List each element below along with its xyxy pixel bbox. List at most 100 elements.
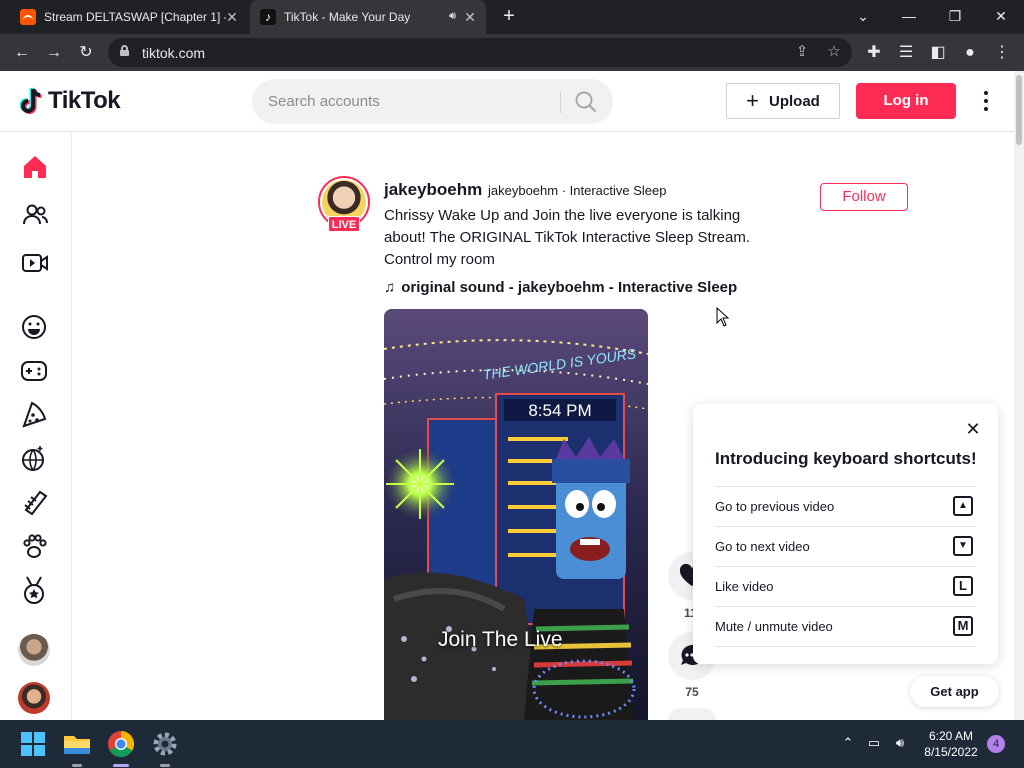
page-scrollbar[interactable] (1014, 71, 1024, 720)
mouse-cursor-icon (716, 307, 730, 327)
close-icon[interactable]: ✕ (224, 9, 240, 25)
network-icon[interactable]: ▭ (864, 733, 884, 753)
post-caption: Chrissy Wake Up and Join the live everyo… (384, 207, 750, 268)
close-icon[interactable]: ✕ (965, 420, 981, 438)
logo-wordmark: TikTok (48, 87, 121, 114)
media-control-icon[interactable]: ☰ (894, 41, 918, 65)
tab-search-icon[interactable]: ⌄ (846, 2, 880, 30)
get-app-button[interactable]: Get app (910, 676, 999, 707)
chrome-menu-icon[interactable]: ⋮ (990, 41, 1014, 65)
search-input[interactable] (268, 90, 548, 112)
chevron-up-icon[interactable]: ⌃ (838, 733, 858, 753)
divider (715, 646, 976, 647)
dance-icon[interactable] (18, 442, 52, 476)
windows-start-icon[interactable] (17, 728, 49, 760)
extensions-icon[interactable]: ✚ (862, 41, 886, 65)
app-running-indicator (72, 764, 82, 767)
app-active-indicator (113, 764, 129, 767)
comment-count: 75 (685, 685, 699, 699)
video-overlay-caption: Join The Live (438, 628, 563, 651)
food-icon[interactable] (18, 398, 52, 432)
shortcut-row-next: Go to next video ▼ (715, 526, 976, 566)
shortcut-label: Go to next video (715, 539, 810, 554)
keyboard-shortcuts-popup: ✕ Introducing keyboard shortcuts! Go to … (693, 404, 998, 664)
video-player[interactable]: THE WORLD IS YOURS 8:54 PM (384, 309, 648, 720)
tab-deltaswap[interactable]: Stream DELTASWAP [Chapter 1] - ... ✕ (12, 0, 248, 34)
more-options-icon[interactable] (976, 89, 996, 113)
tab-tiktok[interactable]: ♪ TikTok - Make Your Day 🔊︎ ✕ (250, 0, 486, 34)
forward-icon[interactable]: → (42, 41, 66, 65)
sound-title[interactable]: original sound - jakeyboehm - Interactiv… (401, 279, 737, 296)
profile-icon[interactable]: ● (958, 41, 982, 65)
scrollbar-thumb[interactable] (1016, 75, 1022, 145)
speaker-icon[interactable]: 🔊︎ (449, 10, 456, 23)
tab-title: TikTok - Make Your Day (284, 10, 411, 24)
back-icon[interactable]: ← (10, 41, 34, 65)
login-button[interactable]: Log in (856, 83, 956, 119)
url-text[interactable]: tiktok.com (142, 45, 205, 61)
address-bar[interactable]: tiktok.com ⇪ ☆ (108, 38, 852, 67)
restore-button[interactable]: ❐ (938, 2, 972, 30)
chrome-icon[interactable] (105, 728, 137, 760)
tiktok-logo[interactable]: TikTok (20, 85, 121, 117)
search-bar (252, 79, 613, 124)
live-icon[interactable] (18, 246, 52, 280)
l-key-icon: L (953, 576, 973, 596)
m-key-icon: M (953, 616, 973, 636)
notification-badge[interactable]: 4 (987, 735, 1005, 753)
shortcut-label: Like video (715, 579, 774, 594)
avatar[interactable] (18, 682, 50, 714)
sidebar (0, 132, 72, 720)
post-nickname[interactable]: jakeyboehm · Interactive Sleep (488, 183, 666, 198)
tiktok-icon: ♪ (260, 9, 276, 25)
tab-title: Stream DELTASWAP [Chapter 1] - ... (44, 10, 226, 24)
file-explorer-icon[interactable] (61, 728, 93, 760)
app-running-indicator (160, 764, 170, 767)
new-tab-button[interactable]: + (498, 6, 520, 28)
upload-button[interactable]: + Upload (726, 83, 840, 119)
browser-toolbar: ← → ↻ tiktok.com ⇪ ☆ ✚ ☰ ◧ ● ⋮ (0, 34, 1024, 71)
post-username[interactable]: jakeyboehm (384, 180, 482, 200)
sports-medal-icon[interactable] (18, 574, 52, 608)
follow-button[interactable]: Follow (820, 183, 908, 211)
shortcut-row-previous: Go to previous video ▲ (715, 486, 976, 526)
post-sound[interactable]: ♫ original sound - jakeyboehm - Interact… (384, 277, 737, 297)
share-button[interactable] (668, 708, 716, 720)
share-icon[interactable]: ⇪ (792, 42, 812, 62)
beauty-icon[interactable] (18, 486, 52, 520)
home-icon[interactable] (18, 150, 52, 184)
avatar[interactable] (18, 634, 50, 666)
window-close-button[interactable]: ✕ (984, 2, 1018, 30)
shortcut-row-mute: Mute / unmute video M (715, 606, 976, 646)
live-badge: LIVE (328, 216, 360, 232)
shortcut-row-like: Like video L (715, 566, 976, 606)
settings-gear-icon[interactable] (149, 728, 181, 760)
browser-tab-strip: Stream DELTASWAP [Chapter 1] - ... ✕ ♪ T… (0, 0, 1024, 34)
tiktok-header: TikTok + Upload Log in (0, 71, 1014, 132)
bookmark-star-icon[interactable]: ☆ (824, 42, 844, 62)
search-icon[interactable] (570, 87, 602, 117)
animals-icon[interactable] (18, 530, 52, 564)
shortcut-label: Mute / unmute video (715, 619, 833, 634)
lock-icon[interactable] (120, 45, 129, 56)
volume-icon[interactable]: 🔊︎ (890, 733, 910, 753)
taskbar-time[interactable]: 6:20 AM (926, 729, 976, 743)
side-panel-icon[interactable]: ◧ (926, 41, 950, 65)
popup-title: Introducing keyboard shortcuts! (715, 449, 977, 468)
following-icon[interactable] (18, 198, 52, 232)
taskbar-date[interactable]: 8/15/2022 (918, 745, 984, 759)
search-divider (560, 91, 561, 113)
shortcut-label: Go to previous video (715, 499, 835, 514)
soundcloud-icon (20, 9, 36, 25)
video-frame: THE WORLD IS YOURS 8:54 PM (384, 309, 648, 720)
comedy-icon[interactable] (18, 310, 52, 344)
music-note-icon: ♫ (384, 278, 396, 296)
gaming-icon[interactable] (18, 354, 52, 388)
reload-icon[interactable]: ↻ (74, 41, 98, 65)
video-clock-text: 8:54 PM (528, 401, 591, 420)
arrow-up-key-icon: ▲ (953, 496, 973, 516)
minimize-button[interactable]: — (892, 2, 926, 30)
close-icon[interactable]: ✕ (462, 9, 478, 25)
arrow-down-key-icon: ▼ (953, 536, 973, 556)
tiktok-logo-icon (20, 87, 42, 114)
